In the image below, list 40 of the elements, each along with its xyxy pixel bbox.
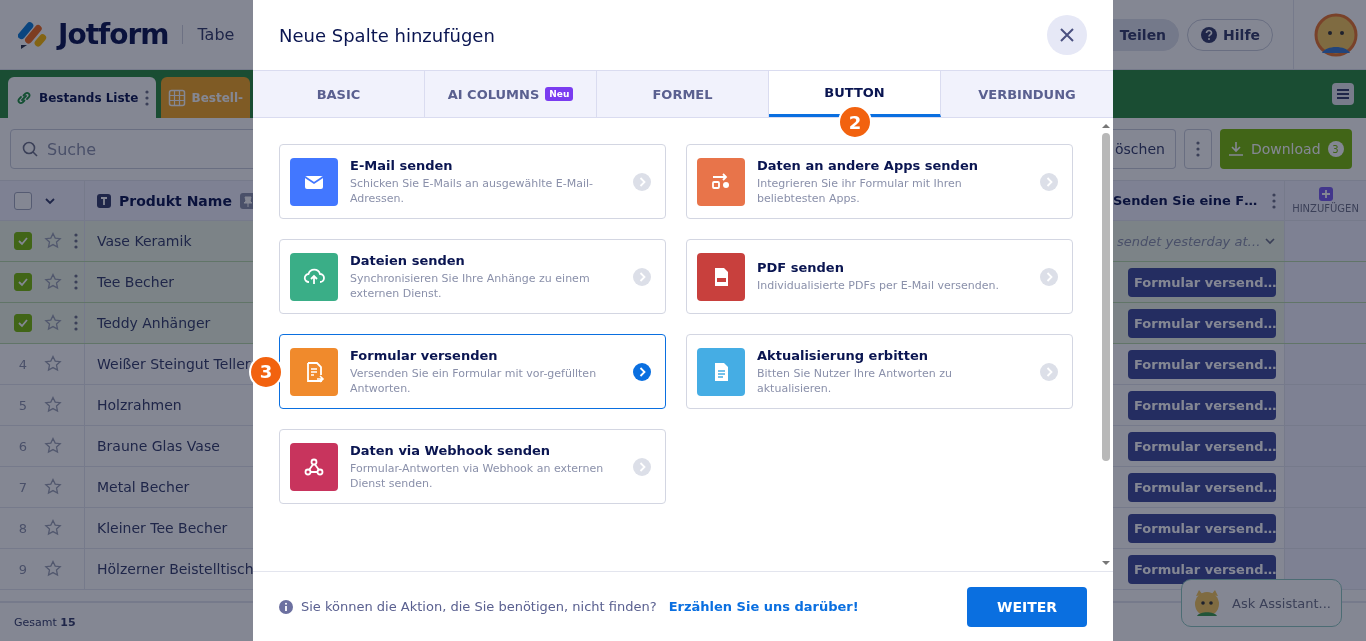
action-description: Synchronisieren Sie Ihre Anhänge zu einem externen Dienst. xyxy=(350,270,591,301)
action-description: Versenden Sie ein Formular mit vor-gefüllten Antworten. xyxy=(350,365,598,396)
table-cell-text: Vase Keramik xyxy=(96,233,192,249)
action-title: Aktualisierung erbitten xyxy=(757,347,930,363)
row-number: 6 xyxy=(17,438,29,454)
table-cell-text: Weißer Steingut Teller xyxy=(96,356,251,372)
action-title: Formular versenden xyxy=(350,347,499,363)
action-description: Schicken Sie E-Mails an ausgewählte E-Mail-Adressen. xyxy=(350,175,595,206)
count-badge: 3 xyxy=(1327,141,1344,157)
table-cell-text: Teddy Anhänger xyxy=(96,315,211,331)
help-text: Sie können die Aktion, die Sie benötigen, nicht finden? xyxy=(301,599,657,614)
new-badge: Neu xyxy=(545,87,574,101)
action-title: Daten an andere Apps senden xyxy=(757,157,979,173)
row-number: 9 xyxy=(17,561,29,577)
table-cell-text: Holzrahmen xyxy=(96,397,182,413)
row-number: 4 xyxy=(17,356,29,372)
action-title: Daten via Webhook senden xyxy=(350,442,552,458)
row-number: 7 xyxy=(17,479,29,495)
action-description: Bitten Sie Nutzer Ihre Antworten zu aktualisieren. xyxy=(757,365,953,396)
app-title: Tabe xyxy=(182,25,235,44)
column-title: Produkt Name xyxy=(119,192,232,209)
action-title: E-Mail senden xyxy=(350,157,454,173)
table-cell-text: Braune Glas Vase xyxy=(96,438,220,454)
action-description: Formular-Antworten via Webhook an externen Dienst senden. xyxy=(350,460,605,491)
action-description: Individualisierte PDFs per E-Mail versenden. xyxy=(757,278,1000,293)
action-title: Dateien senden xyxy=(350,252,466,268)
row-number: 5 xyxy=(17,397,29,413)
row-number: 8 xyxy=(17,520,29,536)
dialog-title: Neue Spalte hinzufügen xyxy=(279,24,495,46)
column-title: Senden Sie eine F… xyxy=(1113,193,1258,208)
step-badge: 2 xyxy=(838,105,872,139)
table-cell-text: Hölzerner Beistelltisch xyxy=(96,561,254,577)
table-cell-text: Metal Becher xyxy=(96,479,190,495)
logo-text: Jotform xyxy=(58,18,169,51)
total-count: Gesamt 15 xyxy=(13,616,76,629)
table-cell-text: Kleiner Tee Becher xyxy=(96,520,228,536)
action-title: PDF senden xyxy=(757,260,845,275)
action-description: Integrieren Sie ihr Formular mit Ihren beliebtesten Apps. xyxy=(757,175,963,206)
step-badge: 3 xyxy=(249,354,283,389)
table-cell-text: Tee Becher xyxy=(96,274,174,290)
